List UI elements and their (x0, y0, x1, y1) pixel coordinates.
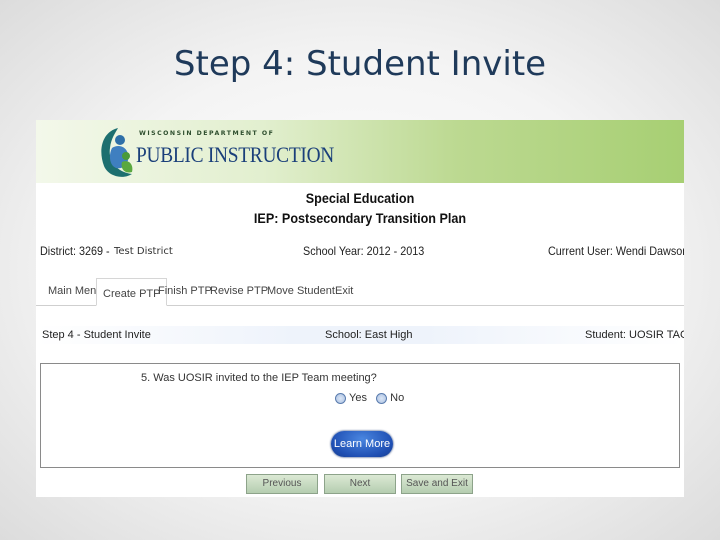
logo-main-text: PUBLIC INSTRUCTION (136, 142, 334, 167)
school-year: School Year: 2012 - 2013 (303, 244, 425, 258)
nav-revise-ptp[interactable]: Revise PTP (210, 285, 268, 297)
header-subtitle: IEP: Postsecondary Transition Plan (253, 210, 467, 226)
step-bar: Step 4 - Student Invite School: East Hig… (36, 326, 684, 344)
radio-yes[interactable] (335, 392, 346, 404)
radio-yes-label: Yes (349, 392, 367, 404)
district-name: Test District (114, 246, 173, 257)
invite-radio-group: Yes No (335, 392, 404, 404)
slide-title: Step 4: Student Invite (173, 44, 547, 84)
header-banner: WISCONSIN DEPARTMENT OF PUBLIC INSTRUCTI… (36, 120, 684, 183)
radio-no-label: No (390, 392, 405, 404)
learn-more-button[interactable]: Learn More (331, 431, 393, 457)
header-title: Special Education (305, 190, 415, 206)
question-text: 5. Was UOSIR invited to the IEP Team mee… (141, 372, 377, 384)
nav-exit[interactable]: Exit (335, 285, 353, 297)
save-and-exit-button[interactable]: Save and Exit (401, 474, 473, 494)
app-screenshot: WISCONSIN DEPARTMENT OF PUBLIC INSTRUCTI… (36, 120, 684, 497)
main-nav: Main Menu Create PTP Finish PTP Revise P… (36, 275, 684, 306)
nav-move-student[interactable]: Move Student (267, 285, 335, 297)
question-box: 5. Was UOSIR invited to the IEP Team mee… (40, 363, 680, 468)
family-logo-icon (101, 128, 133, 177)
district-label: District: 3269 - (40, 244, 110, 258)
radio-no[interactable] (376, 392, 388, 404)
step-label: Step 4 - Student Invite (42, 329, 151, 341)
nav-create-ptp[interactable]: Create PTP (96, 278, 168, 306)
school-label: School: East High (325, 329, 413, 341)
nav-main-menu[interactable]: Main Menu (48, 285, 102, 297)
student-label: Student: UOSIR TAGDE (585, 329, 684, 341)
logo-top-text: WISCONSIN DEPARTMENT OF (139, 130, 275, 137)
next-button[interactable]: Next (324, 474, 396, 494)
nav-finish-ptp[interactable]: Finish PTP (158, 285, 212, 297)
current-user: Current User: Wendi Dawson (548, 244, 684, 258)
previous-button[interactable]: Previous (246, 474, 318, 494)
